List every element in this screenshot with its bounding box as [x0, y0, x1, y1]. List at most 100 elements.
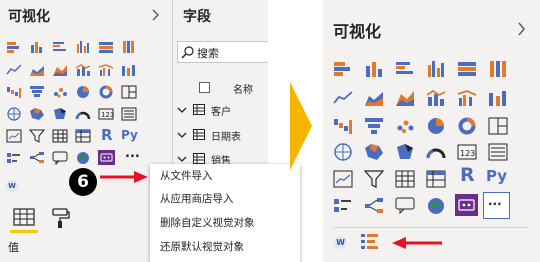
- stacked-area-chart-icon[interactable]: [52, 63, 68, 77]
- donut-chart-icon[interactable]: [457, 117, 477, 135]
- funnel-chart-icon[interactable]: [364, 117, 384, 135]
- python-visual-icon[interactable]: Py: [486, 167, 507, 185]
- 100-stacked-bar-icon[interactable]: [457, 60, 477, 78]
- build-tab-underline: [10, 230, 38, 233]
- custom-visual-icon[interactable]: [98, 150, 115, 165]
- clustered-bar-chart-icon[interactable]: [395, 60, 415, 78]
- r-script-visual-icon[interactable]: R: [460, 164, 475, 186]
- scatter-chart-icon[interactable]: [52, 85, 68, 99]
- chevron-down-icon[interactable]: [177, 131, 187, 139]
- menu-item-import-from-file[interactable]: 从文件导入: [150, 165, 300, 187]
- line-chart-icon[interactable]: [6, 63, 22, 77]
- fields-build-icon[interactable]: [12, 207, 36, 227]
- stacked-bar-chart-icon[interactable]: [6, 40, 22, 54]
- python-visual-icon[interactable]: Py: [121, 128, 138, 142]
- gauge-icon[interactable]: [75, 107, 91, 121]
- pie-chart-icon[interactable]: [75, 85, 91, 99]
- clustered-column-chart-icon[interactable]: [75, 40, 91, 54]
- more-visuals-icon[interactable]: ...: [125, 146, 140, 161]
- 100-stacked-column-icon[interactable]: [121, 40, 137, 54]
- custom-visual-icon[interactable]: [455, 194, 478, 216]
- kpi-icon[interactable]: [6, 129, 22, 143]
- table-icon[interactable]: [52, 129, 68, 143]
- chevron-down-icon[interactable]: [177, 155, 187, 163]
- stacked-bar-chart-icon[interactable]: [333, 60, 353, 78]
- donut-chart-icon[interactable]: [98, 85, 114, 99]
- multi-row-card-icon[interactable]: [121, 107, 137, 121]
- decomposition-tree-icon[interactable]: [29, 151, 45, 165]
- key-influencers-icon[interactable]: [6, 151, 22, 165]
- treemap-icon[interactable]: [121, 85, 137, 99]
- word-visual-icon[interactable]: W: [334, 236, 347, 249]
- kpi-icon[interactable]: [333, 170, 353, 188]
- divider: [333, 227, 529, 228]
- matrix-icon[interactable]: [426, 170, 446, 188]
- line-and-clustered-column-icon[interactable]: [98, 63, 114, 77]
- table-name: 客户: [211, 107, 231, 118]
- clustered-bar-chart-icon[interactable]: [52, 40, 68, 54]
- treemap-icon[interactable]: [488, 117, 508, 135]
- chevron-right-icon[interactable]: [150, 9, 160, 21]
- line-and-column-chart-icon[interactable]: [426, 89, 446, 107]
- pane-title: 可视化: [8, 9, 50, 25]
- select-all-checkbox[interactable]: [199, 82, 210, 93]
- waterfall-chart-icon[interactable]: [333, 117, 353, 135]
- menu-item-remove-custom-visual[interactable]: 删除自定义视觉对象: [150, 212, 300, 234]
- table-icon: [193, 129, 205, 140]
- visualizations-pane-left: 可视化 123 R Py ... W 值: [0, 0, 172, 262]
- imported-custom-visual-icon[interactable]: [360, 233, 380, 251]
- line-and-clustered-column-icon[interactable]: [457, 89, 477, 107]
- gauge-icon[interactable]: [426, 143, 446, 161]
- menu-item-import-from-store[interactable]: 从应用商店导入: [150, 188, 300, 210]
- key-influencers-icon[interactable]: [333, 197, 353, 215]
- table-icon[interactable]: [395, 170, 415, 188]
- clustered-column-chart-icon[interactable]: [426, 60, 446, 78]
- arcgis-map-icon[interactable]: [75, 151, 91, 165]
- line-and-column-chart-icon[interactable]: [75, 63, 91, 77]
- card-icon[interactable]: 123: [98, 107, 114, 121]
- r-script-visual-icon[interactable]: R: [101, 126, 113, 144]
- waterfall-chart-icon[interactable]: [6, 85, 22, 99]
- slicer-icon[interactable]: [29, 129, 45, 143]
- menu-item-restore-default-visuals[interactable]: 还原默认视觉对象: [150, 236, 300, 258]
- map-icon[interactable]: [333, 143, 353, 161]
- ribbon-chart-icon[interactable]: [488, 89, 508, 107]
- filled-map-icon[interactable]: [29, 107, 45, 121]
- card-icon[interactable]: 123: [457, 143, 477, 161]
- word-visual-icon[interactable]: W: [6, 180, 18, 192]
- area-chart-icon[interactable]: [364, 89, 384, 107]
- pie-chart-icon[interactable]: [426, 117, 446, 135]
- svg-text:123: 123: [460, 149, 475, 158]
- more-visuals-button[interactable]: ···: [483, 192, 510, 219]
- svg-text:123: 123: [101, 111, 114, 119]
- arcgis-map-icon[interactable]: [426, 197, 446, 215]
- format-paint-roller-icon[interactable]: [50, 207, 72, 229]
- shape-map-icon[interactable]: [52, 107, 68, 121]
- slicer-icon[interactable]: [364, 170, 384, 188]
- qa-icon[interactable]: [395, 197, 415, 215]
- filled-map-icon[interactable]: [364, 143, 384, 161]
- shape-map-icon[interactable]: [395, 143, 415, 161]
- area-chart-icon[interactable]: [29, 63, 45, 77]
- search-input[interactable]: 搜索: [197, 45, 219, 61]
- stacked-column-chart-icon[interactable]: [364, 60, 384, 78]
- values-label: 值: [8, 241, 19, 254]
- 100-stacked-bar-icon[interactable]: [98, 40, 114, 54]
- multi-row-card-icon[interactable]: [488, 143, 508, 161]
- 100-stacked-column-icon[interactable]: [488, 60, 508, 78]
- chevron-down-icon[interactable]: [177, 106, 187, 114]
- matrix-icon[interactable]: [75, 129, 91, 143]
- stacked-column-chart-icon[interactable]: [29, 40, 45, 54]
- table-name: 销售: [211, 156, 231, 164]
- scatter-chart-icon[interactable]: [395, 117, 415, 135]
- funnel-chart-icon[interactable]: [29, 85, 45, 99]
- map-icon[interactable]: [6, 107, 22, 121]
- line-chart-icon[interactable]: [333, 89, 353, 107]
- ribbon-chart-icon[interactable]: [121, 63, 137, 77]
- fields-pane-title: 字段: [183, 9, 211, 25]
- decomposition-tree-icon[interactable]: [364, 197, 384, 215]
- qa-icon[interactable]: [52, 151, 68, 165]
- stacked-area-chart-icon[interactable]: [395, 89, 415, 107]
- chevron-right-icon[interactable]: [516, 22, 526, 36]
- table-icon: [193, 153, 205, 164]
